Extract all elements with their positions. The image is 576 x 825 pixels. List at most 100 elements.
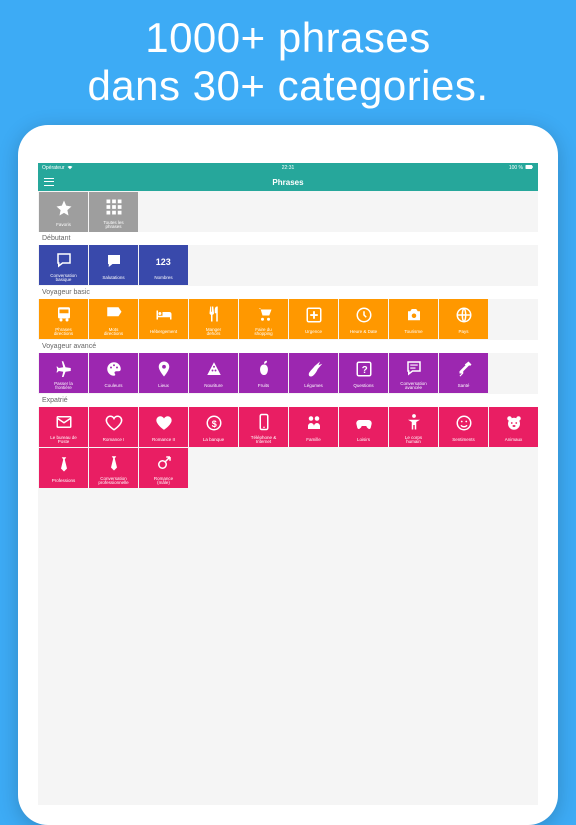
tile-label: Toutes les phrases xyxy=(103,221,123,230)
sec3-tile-8[interactable]: Sentiments xyxy=(439,407,488,447)
sec1-tile-1[interactable]: Mots directions xyxy=(89,299,138,339)
sec2-tile-7[interactable]: Conversation avancée xyxy=(389,353,438,393)
hero-line2: dans 30+ categories. xyxy=(10,62,566,110)
clock-icon xyxy=(340,301,387,328)
syringe-icon xyxy=(440,355,487,382)
battery-icon xyxy=(525,165,534,171)
sec3-tile-2[interactable]: Romance II xyxy=(139,407,188,447)
gender-icon xyxy=(140,450,187,477)
sec3-tile-12[interactable]: Romance (mâle) xyxy=(139,448,188,488)
section-header: Voyageur avancé xyxy=(38,340,538,353)
tile-label: Sentiments xyxy=(452,436,475,445)
sec2-tile-5[interactable]: Légumes xyxy=(289,353,338,393)
tile-label: Professions xyxy=(52,477,76,486)
plane-icon xyxy=(40,355,87,382)
sec0-tile-0[interactable]: Conversation basique xyxy=(39,245,88,285)
tile-label: Loisirs xyxy=(357,436,370,445)
sec1-tile-7[interactable]: Tourisme xyxy=(389,299,438,339)
tile-label: Couleurs xyxy=(104,382,122,391)
heart-o-icon xyxy=(90,409,137,436)
sec1-tile-5[interactable]: Urgence xyxy=(289,299,338,339)
sec3-tile-7[interactable]: Le corps humain xyxy=(389,407,438,447)
dollar-icon xyxy=(190,409,237,436)
section-header: Expatrié xyxy=(38,394,538,407)
sec2-tile-4[interactable]: Fruits xyxy=(239,353,288,393)
tile-label: Lieux xyxy=(158,382,169,391)
tile-label: Tourisme xyxy=(404,328,422,337)
sec1-tile-8[interactable]: Pays xyxy=(439,299,488,339)
sec1-tile-6[interactable]: Heure & Date xyxy=(339,299,388,339)
sec3-tile-0[interactable]: Le bureau de Poste xyxy=(39,407,88,447)
tile-label: Favoris xyxy=(56,221,71,230)
sec3-tile-6[interactable]: Loisirs xyxy=(339,407,388,447)
tile-label: Conversation professionnelle xyxy=(98,477,128,486)
sec3-tile-3[interactable]: La banque xyxy=(189,407,238,447)
heart-icon xyxy=(140,409,187,436)
menu-button[interactable] xyxy=(44,177,54,187)
question-icon xyxy=(340,355,387,382)
bear-icon xyxy=(490,409,537,436)
status-time: 22:31 xyxy=(282,165,295,171)
sec3-tile-4[interactable]: Téléphone & Internet xyxy=(239,407,288,447)
sec3-tile-1[interactable]: Romance I xyxy=(89,407,138,447)
tile-label: Phrases directions xyxy=(54,328,73,337)
tile-label: Romance (mâle) xyxy=(154,477,173,486)
top-row: Favoris Toutes les phrases xyxy=(38,191,538,232)
tile-label: Pays xyxy=(458,328,468,337)
bus-icon xyxy=(40,301,87,328)
sec0-tile-1[interactable]: Salutations xyxy=(89,245,138,285)
tile-label: Nouriture xyxy=(204,382,223,391)
grid-icon xyxy=(90,194,137,221)
smile-icon xyxy=(440,409,487,436)
sec2-tile-0[interactable]: Passer la frontière xyxy=(39,353,88,393)
battery-label: 100 % xyxy=(509,165,523,171)
sec3-tile-9[interactable]: Animaux xyxy=(489,407,538,447)
sec3-tile-11[interactable]: Conversation professionnelle xyxy=(89,448,138,488)
sec2-tile-8[interactable]: Santé xyxy=(439,353,488,393)
tile-label: Conversation basique xyxy=(50,274,77,283)
top-tile-1[interactable]: Toutes les phrases xyxy=(89,192,138,232)
arrow-sign-icon xyxy=(90,301,137,328)
ipad-frame: Opérateur 22:31 100 % Phrases FavorisTou… xyxy=(18,125,558,825)
tile-label: Salutations xyxy=(102,274,124,283)
pizza-icon xyxy=(190,355,237,382)
tile-label: Manger dehors xyxy=(206,328,221,337)
tile-label: Téléphone & Internet xyxy=(251,436,277,445)
bed-icon xyxy=(140,301,187,328)
chat-lines-icon xyxy=(390,355,437,382)
tile-label: Le bureau de Poste xyxy=(50,436,77,445)
sec1-tile-0[interactable]: Phrases directions xyxy=(39,299,88,339)
sec2-tile-1[interactable]: Couleurs xyxy=(89,353,138,393)
sec3-tile-10[interactable]: Professions xyxy=(39,448,88,488)
sec3-tile-5[interactable]: Famille xyxy=(289,407,338,447)
sec1-tile-2[interactable]: Hébergement xyxy=(139,299,188,339)
tile-label: Urgence xyxy=(305,328,322,337)
tile-label: Hébergement xyxy=(150,328,177,337)
speech-fill-icon xyxy=(90,247,137,274)
app-screen: Opérateur 22:31 100 % Phrases FavorisTou… xyxy=(38,163,538,805)
palette-icon xyxy=(90,355,137,382)
sec1-tile-4[interactable]: Faire du shopping xyxy=(239,299,288,339)
tile-row: Le bureau de Poste Romance IRomance II La … xyxy=(38,407,538,489)
tile-label: Faire du shopping xyxy=(254,328,272,337)
sec2-tile-3[interactable]: Nouriture xyxy=(189,353,238,393)
tile-label: Animaux xyxy=(505,436,523,445)
tile-row: Phrases directions Mots directions Héberge… xyxy=(38,299,538,340)
content: FavorisToutes les phrases DébutantConver… xyxy=(38,191,538,489)
numbers-icon xyxy=(140,247,187,274)
tile-label: Mots directions xyxy=(104,328,123,337)
tile-label: Famille xyxy=(306,436,321,445)
pin-icon xyxy=(140,355,187,382)
tile-label: Légumes xyxy=(304,382,323,391)
tie-icon xyxy=(90,450,137,477)
sec2-tile-6[interactable]: Questions xyxy=(339,353,388,393)
sec2-tile-2[interactable]: Lieux xyxy=(139,353,188,393)
status-bar: Opérateur 22:31 100 % xyxy=(38,163,538,173)
camera-icon xyxy=(390,301,437,328)
sec0-tile-2[interactable]: Nombres xyxy=(139,245,188,285)
top-tile-0[interactable]: Favoris xyxy=(39,192,88,232)
hero-line1: 1000+ phrases xyxy=(10,14,566,62)
tile-label: Passer la frontière xyxy=(54,382,73,391)
sec1-tile-3[interactable]: Manger dehors xyxy=(189,299,238,339)
tile-label: La banque xyxy=(203,436,224,445)
